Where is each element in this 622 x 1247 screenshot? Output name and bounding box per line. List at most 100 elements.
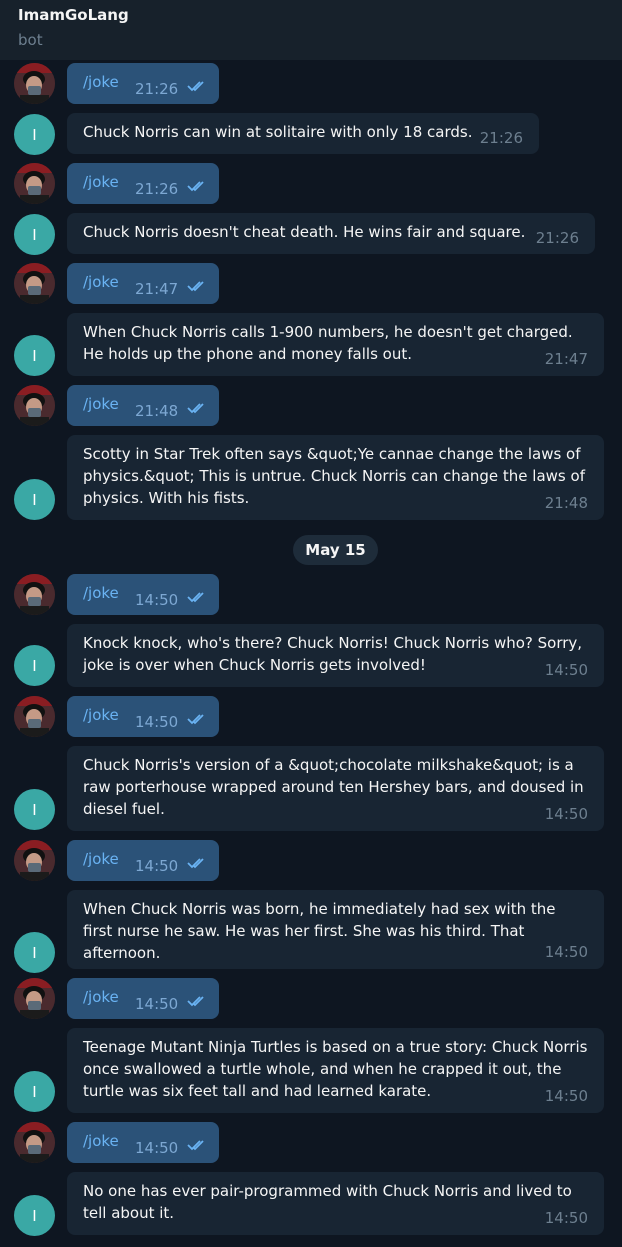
bot-avatar[interactable]: I <box>14 932 55 973</box>
command-text[interactable]: /joke <box>83 986 119 1008</box>
incoming-bubble[interactable]: Chuck Norris can win at solitaire with o… <box>67 113 539 154</box>
read-checkmarks-icon <box>187 403 204 414</box>
user-avatar[interactable] <box>14 63 55 104</box>
message-time: 14:50 <box>544 661 588 679</box>
outgoing-bubble[interactable]: /joke 14:50 <box>67 840 219 881</box>
command-text[interactable]: /joke <box>83 582 119 604</box>
read-checkmarks-icon <box>187 858 204 869</box>
outgoing-bubble[interactable]: /joke 14:50 <box>67 574 219 615</box>
bot-avatar-initial: I <box>32 656 37 675</box>
message-text: Chuck Norris doesn't cheat death. He win… <box>83 223 526 241</box>
outgoing-bubble[interactable]: /joke 21:26 <box>67 63 219 104</box>
message-text: Scotty in Star Trek often says &quot;Ye … <box>83 445 585 507</box>
bot-avatar[interactable]: I <box>14 789 55 830</box>
bot-avatar-initial: I <box>32 490 37 509</box>
message-time: 21:26 <box>135 80 179 98</box>
user-avatar-photo <box>14 63 55 104</box>
user-avatar-photo <box>14 385 55 426</box>
read-checkmarks-icon <box>187 1140 204 1151</box>
message-text: When Chuck Norris calls 1-900 numbers, h… <box>83 323 573 363</box>
user-avatar-photo <box>14 263 55 304</box>
message-time: 14:50 <box>544 1209 588 1227</box>
bot-avatar-initial: I <box>32 346 37 365</box>
message-time: 14:50 <box>135 995 179 1013</box>
user-avatar-photo <box>14 978 55 1019</box>
incoming-bubble[interactable]: Knock knock, who's there? Chuck Norris! … <box>67 624 604 687</box>
command-text[interactable]: /joke <box>83 848 119 870</box>
message-text: No one has ever pair-programmed with Chu… <box>83 1182 572 1222</box>
command-text[interactable]: /joke <box>83 393 119 415</box>
incoming-bubble[interactable]: When Chuck Norris was born, he immediate… <box>67 890 604 969</box>
message-time: 21:47 <box>135 280 179 298</box>
user-avatar-photo <box>14 696 55 737</box>
command-text[interactable]: /joke <box>83 271 119 293</box>
user-avatar[interactable] <box>14 574 55 615</box>
message-time: 14:50 <box>135 591 179 609</box>
outgoing-bubble[interactable]: /joke 14:50 <box>67 696 219 737</box>
read-checkmarks-icon <box>187 714 204 725</box>
bot-avatar-initial: I <box>32 800 37 819</box>
message-time: 14:50 <box>544 805 588 823</box>
user-avatar-photo <box>14 1122 55 1163</box>
message-text: When Chuck Norris was born, he immediate… <box>83 900 556 962</box>
outgoing-bubble[interactable]: /joke 14:50 <box>67 1122 219 1163</box>
user-avatar-photo <box>14 163 55 204</box>
bot-avatar-initial: I <box>32 125 37 144</box>
user-avatar-photo <box>14 840 55 881</box>
bot-avatar[interactable]: I <box>14 1071 55 1112</box>
incoming-bubble[interactable]: Scotty in Star Trek often says &quot;Ye … <box>67 435 604 520</box>
bot-avatar[interactable]: I <box>14 335 55 376</box>
read-checkmarks-icon <box>187 996 204 1007</box>
incoming-bubble[interactable]: When Chuck Norris calls 1-900 numbers, h… <box>67 313 604 376</box>
date-divider: May 15 <box>293 535 378 565</box>
message-text: Teenage Mutant Ninja Turtles is based on… <box>83 1038 588 1100</box>
message-time: 14:50 <box>135 857 179 875</box>
command-text[interactable]: /joke <box>83 71 119 93</box>
read-checkmarks-icon <box>187 81 204 92</box>
message-time: 21:47 <box>544 350 588 368</box>
message-time: 14:50 <box>544 943 588 961</box>
read-checkmarks-icon <box>187 281 204 292</box>
bot-avatar[interactable]: I <box>14 479 55 520</box>
outgoing-bubble[interactable]: /joke 21:26 <box>67 163 219 204</box>
outgoing-bubble[interactable]: /joke 14:50 <box>67 978 219 1019</box>
incoming-bubble[interactable]: Chuck Norris's version of a &quot;chocol… <box>67 746 604 831</box>
read-checkmarks-icon <box>187 592 204 603</box>
message-text: Knock knock, who's there? Chuck Norris! … <box>83 634 583 674</box>
user-avatar[interactable] <box>14 385 55 426</box>
outgoing-bubble[interactable]: /joke 21:47 <box>67 263 219 304</box>
incoming-bubble[interactable]: No one has ever pair-programmed with Chu… <box>67 1172 604 1235</box>
user-avatar[interactable] <box>14 978 55 1019</box>
bot-avatar-initial: I <box>32 1082 37 1101</box>
message-time: 21:48 <box>135 402 179 420</box>
bot-avatar[interactable]: I <box>14 214 55 255</box>
incoming-bubble[interactable]: Chuck Norris doesn't cheat death. He win… <box>67 213 595 254</box>
message-text: Chuck Norris's version of a &quot;chocol… <box>83 756 584 818</box>
command-text[interactable]: /joke <box>83 704 119 726</box>
message-text: Chuck Norris can win at solitaire with o… <box>83 123 473 141</box>
read-checkmarks-icon <box>187 181 204 192</box>
message-time: 21:26 <box>135 180 179 198</box>
message-time: 21:26 <box>535 229 579 247</box>
outgoing-bubble[interactable]: /joke 21:48 <box>67 385 219 426</box>
bot-avatar[interactable]: I <box>14 645 55 686</box>
incoming-bubble[interactable]: Teenage Mutant Ninja Turtles is based on… <box>67 1028 604 1113</box>
user-avatar[interactable] <box>14 840 55 881</box>
message-time: 21:48 <box>544 494 588 512</box>
bot-avatar-initial: I <box>32 225 37 244</box>
bot-avatar[interactable]: I <box>14 1195 55 1236</box>
user-avatar[interactable] <box>14 163 55 204</box>
bot-avatar-initial: I <box>32 1206 37 1225</box>
bot-avatar[interactable]: I <box>14 114 55 155</box>
user-avatar[interactable] <box>14 1122 55 1163</box>
message-time: 14:50 <box>135 1139 179 1157</box>
message-time: 14:50 <box>135 713 179 731</box>
message-list: May 15 /joke 21:26 I Chuck Norris can wi… <box>0 0 622 1247</box>
bot-avatar-initial: I <box>32 943 37 962</box>
message-time: 14:50 <box>544 1087 588 1105</box>
user-avatar[interactable] <box>14 263 55 304</box>
command-text[interactable]: /joke <box>83 1130 119 1152</box>
user-avatar-photo <box>14 574 55 615</box>
user-avatar[interactable] <box>14 696 55 737</box>
command-text[interactable]: /joke <box>83 171 119 193</box>
